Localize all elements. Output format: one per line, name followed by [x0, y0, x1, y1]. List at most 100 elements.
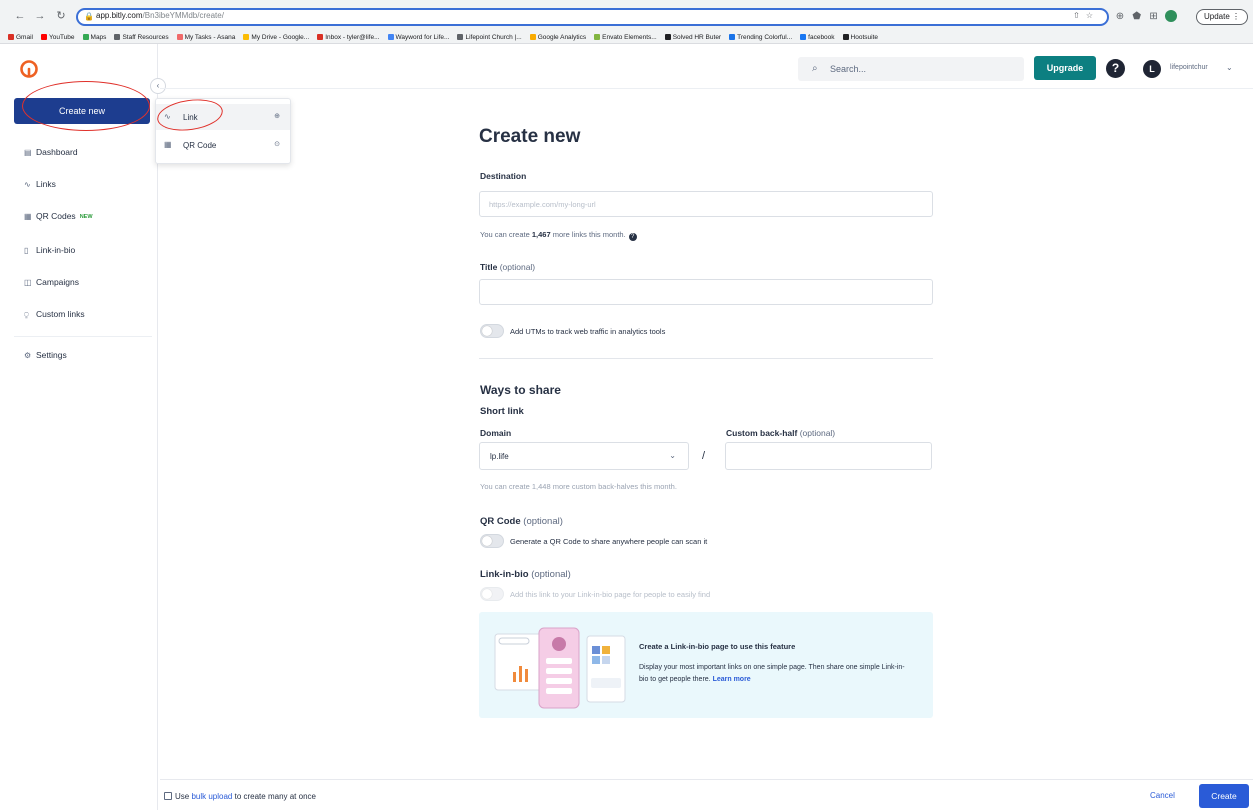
bookmark-favicon-icon — [40, 34, 47, 40]
sidebar-item-settings[interactable]: ⚙ Settings — [24, 350, 67, 366]
shortcut-icon: ⊕ — [274, 113, 280, 120]
bookmark-star-icon[interactable]: ☆ — [1086, 11, 1099, 20]
qr-code-icon: ▦ — [164, 140, 172, 149]
address-url: app.bitly.com/Bn3ibeYMMdb/create/ — [96, 11, 224, 20]
bookmark-favicon-icon — [176, 34, 183, 40]
destination-label: Destination — [480, 171, 527, 181]
bookmark-item[interactable]: Maps — [82, 31, 106, 43]
form-divider — [479, 358, 933, 359]
destination-input[interactable]: https://example.com/my-long-url — [479, 191, 933, 217]
destination-helper: You can create 1,467 more links this mon… — [480, 230, 637, 241]
backhalf-helper: You can create 1,448 more custom back-ha… — [480, 482, 677, 491]
upgrade-button[interactable]: Upgrade — [1034, 56, 1096, 80]
promo-body: Display your most important links on one… — [639, 664, 905, 683]
back-arrow-icon[interactable]: ← — [14, 10, 26, 22]
bookmark-favicon-icon — [82, 34, 89, 40]
qr-code-toggle-label: Generate a QR Code to share anywhere peo… — [510, 537, 708, 546]
bookmark-item[interactable]: Inbox - tyler@life... — [317, 31, 380, 43]
bookmark-favicon-icon — [842, 34, 849, 40]
bookmark-favicon-icon — [243, 34, 250, 40]
link-in-bio-toggle-label: Add this link to your Link-in-bio page f… — [510, 590, 711, 599]
cancel-button[interactable]: Cancel — [1150, 791, 1175, 800]
bookmark-item[interactable]: Solved HR Buter — [664, 31, 721, 43]
bulk-upload-hint: Use bulk upload to create many at once — [164, 792, 316, 801]
ways-to-share-heading: Ways to share — [480, 383, 561, 397]
bookmark-favicon-icon — [317, 34, 324, 40]
search-input[interactable]: ⌕ Search... — [798, 57, 1024, 81]
bookmark-item[interactable]: YouTube — [40, 31, 75, 43]
bookmark-item[interactable]: Wayword for Life... — [387, 31, 449, 43]
reload-icon[interactable]: ↻ — [55, 10, 67, 22]
sidebar-item-dashboard[interactable]: ▤ Dashboard — [24, 147, 78, 163]
chevron-down-icon[interactable]: ⌄ — [1226, 63, 1233, 72]
learn-more-link[interactable]: Learn more — [713, 676, 751, 683]
short-link-heading: Short link — [480, 406, 524, 417]
link-in-bio-label: Link-in-bio (optional) — [480, 569, 571, 580]
extension-icon[interactable]: ⬟ — [1132, 11, 1142, 22]
menu-item-qr-code[interactable]: ▦ QR Code ⊙ — [156, 132, 290, 158]
info-icon[interactable]: ? — [628, 233, 637, 241]
bookmark-favicon-icon — [529, 34, 536, 40]
page-title: Create new — [479, 126, 581, 147]
utm-toggle-label: Add UTMs to track web traffic in analyti… — [510, 327, 666, 336]
bookmark-favicon-icon — [457, 34, 464, 40]
title-input[interactable] — [479, 279, 933, 305]
utm-toggle[interactable] — [480, 324, 504, 338]
extensions-puzzle-icon[interactable]: ⊞ — [1149, 11, 1159, 22]
bookmark-item[interactable]: My Drive - Google... — [243, 31, 309, 43]
avatar[interactable]: L — [1143, 60, 1161, 78]
bookmark-item[interactable]: Hootsuite — [842, 31, 878, 43]
extension-search-icon[interactable]: ⊕ — [1115, 11, 1125, 22]
create-button[interactable]: Create — [1199, 784, 1249, 808]
bookmark-item[interactable]: Envato Elements... — [594, 31, 657, 43]
bookmark-favicon-icon — [664, 34, 671, 40]
bookmark-favicon-icon — [8, 34, 14, 40]
account-name[interactable]: lifepointchur — [1170, 64, 1208, 71]
qr-code-icon: ▦ — [24, 212, 32, 221]
bookmark-item[interactable]: Lifepoint Church |... — [457, 31, 522, 43]
bookmark-item[interactable]: Trending Colorful... — [729, 31, 792, 43]
bookmark-favicon-icon — [800, 34, 807, 40]
dashboard-icon: ▤ — [24, 148, 32, 157]
sidebar-item-custom-links[interactable]: ⍜ Custom links — [24, 309, 85, 325]
sidebar-item-qr-codes[interactable]: ▦ QR Codes NEW — [24, 211, 93, 227]
bookmark-favicon-icon — [594, 34, 601, 40]
sidebar-item-campaigns[interactable]: ◫ Campaigns — [24, 277, 79, 293]
custom-backhalf-input[interactable] — [725, 442, 932, 470]
collapse-sidebar-chevron-icon[interactable]: ‹ — [150, 78, 166, 94]
chevron-down-icon: ⌄ — [669, 451, 676, 460]
address-bar[interactable]: 🔒 app.bitly.com/Bn3ibeYMMdb/create/ ⇧☆ — [76, 8, 1109, 26]
forward-arrow-icon[interactable]: → — [34, 10, 46, 22]
profile-avatar-icon[interactable] — [1165, 10, 1178, 22]
link-in-bio-promo: Create a Link-in-bio page to use this fe… — [479, 612, 933, 718]
browser-update-button[interactable]: Update ⋮ — [1196, 9, 1248, 25]
bookmark-item[interactable]: Gmail — [8, 31, 33, 43]
search-icon: ⌕ — [812, 63, 818, 74]
sidebar-item-link-in-bio[interactable]: ▯ Link-in-bio — [24, 245, 75, 261]
bookmark-favicon-icon — [387, 34, 394, 40]
lock-icon: 🔒 — [84, 12, 94, 21]
new-badge: NEW — [79, 214, 93, 220]
upload-icon — [164, 792, 172, 800]
browser-toolbar: ← → ↻ 🔒 app.bitly.com/Bn3ibeYMMdb/create… — [0, 0, 1253, 30]
bookmark-item[interactable]: Google Analytics — [529, 31, 586, 43]
annotation-circle — [22, 81, 150, 131]
qr-code-label: QR Code (optional) — [480, 516, 563, 527]
share-icon[interactable]: ⇧ — [1073, 11, 1086, 20]
bookmark-item[interactable]: My Tasks - Asana — [176, 31, 235, 43]
sidebar-item-links[interactable]: ∿ Links — [24, 179, 56, 195]
help-icon[interactable]: ? — [1106, 59, 1125, 78]
gear-icon: ⚙ — [24, 351, 32, 360]
bitly-logo-icon[interactable] — [19, 59, 39, 79]
bookmark-item[interactable]: Staff Resources — [114, 31, 169, 43]
form-footer: Use bulk upload to create many at once C… — [160, 779, 1253, 810]
qr-code-toggle[interactable] — [480, 534, 504, 548]
domain-select[interactable]: lp.life ⌄ — [479, 442, 689, 470]
bookmark-item[interactable]: facebook — [800, 31, 835, 43]
bulk-upload-link[interactable]: bulk upload — [191, 792, 232, 801]
link-in-bio-toggle[interactable] — [480, 587, 504, 601]
bookmarks-bar: Gmail YouTube Maps Staff Resources My Tasks … — [0, 30, 1253, 44]
campaigns-icon: ◫ — [24, 278, 32, 287]
shortcut-icon: ⊙ — [274, 141, 280, 148]
custom-links-icon: ⍜ — [24, 310, 29, 319]
